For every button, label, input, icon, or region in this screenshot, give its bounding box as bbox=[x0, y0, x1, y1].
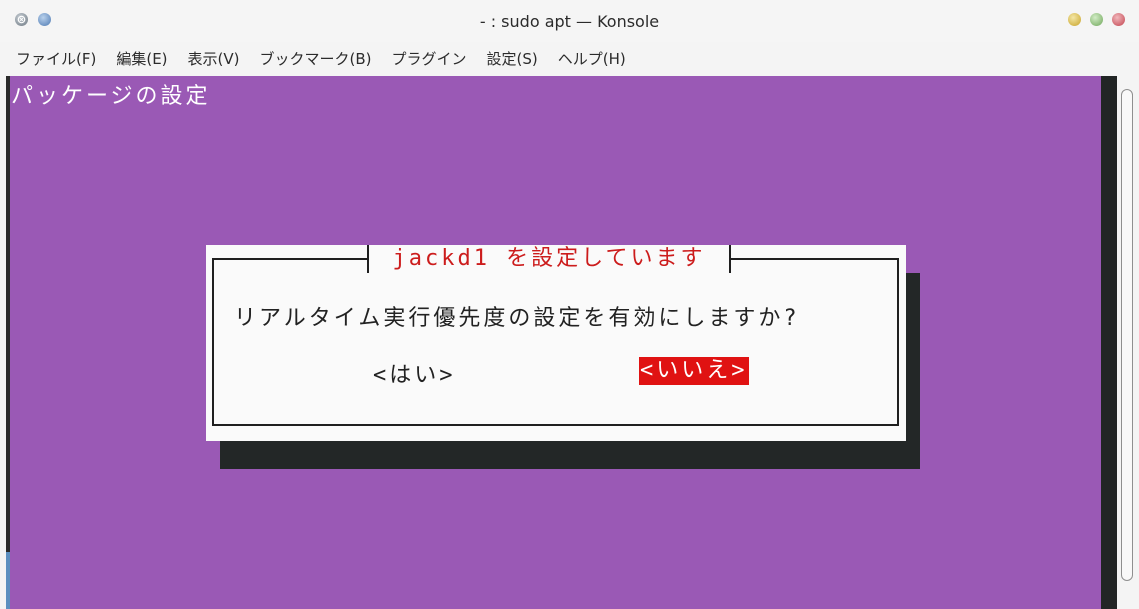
menu-settings[interactable]: 設定(S) bbox=[477, 48, 548, 69]
menu-bookmarks[interactable]: ブックマーク(B) bbox=[250, 48, 382, 69]
dialog-title: jackd1 を設定しています bbox=[392, 246, 706, 271]
yes-button[interactable]: <はい> bbox=[373, 357, 456, 389]
terminal-right-edge bbox=[1101, 76, 1117, 609]
maximize-icon[interactable] bbox=[1090, 13, 1103, 26]
title-bar[interactable]: - : sudo apt — Konsole bbox=[0, 0, 1139, 42]
terminal-edge-strip bbox=[6, 552, 10, 609]
package-config-header: パッケージの設定 bbox=[11, 84, 211, 109]
scrollbar-thumb[interactable] bbox=[1121, 89, 1133, 581]
menu-plugins[interactable]: プラグイン bbox=[382, 48, 477, 69]
close-icon[interactable] bbox=[1112, 13, 1125, 26]
menu-help[interactable]: ヘルプ(H) bbox=[548, 48, 636, 69]
minimize-icon[interactable] bbox=[1068, 13, 1081, 26]
terminal-left-edge bbox=[6, 76, 10, 609]
menu-edit[interactable]: 編集(E) bbox=[106, 48, 177, 69]
konsole-window: - : sudo apt — Konsole ファイル(F) 編集(E) 表示(… bbox=[0, 0, 1139, 609]
menu-bar: ファイル(F) 編集(E) 表示(V) ブックマーク(B) プラグイン 設定(S… bbox=[0, 42, 1139, 75]
dialog-frame bbox=[212, 258, 899, 426]
no-button[interactable]: <いいえ> bbox=[639, 357, 749, 385]
menu-view[interactable]: 表示(V) bbox=[178, 48, 250, 69]
menu-file[interactable]: ファイル(F) bbox=[0, 48, 106, 69]
window-title: - : sudo apt — Konsole bbox=[479, 12, 660, 31]
dialog-question: リアルタイム実行優先度の設定を有効にしますか? bbox=[234, 306, 800, 331]
